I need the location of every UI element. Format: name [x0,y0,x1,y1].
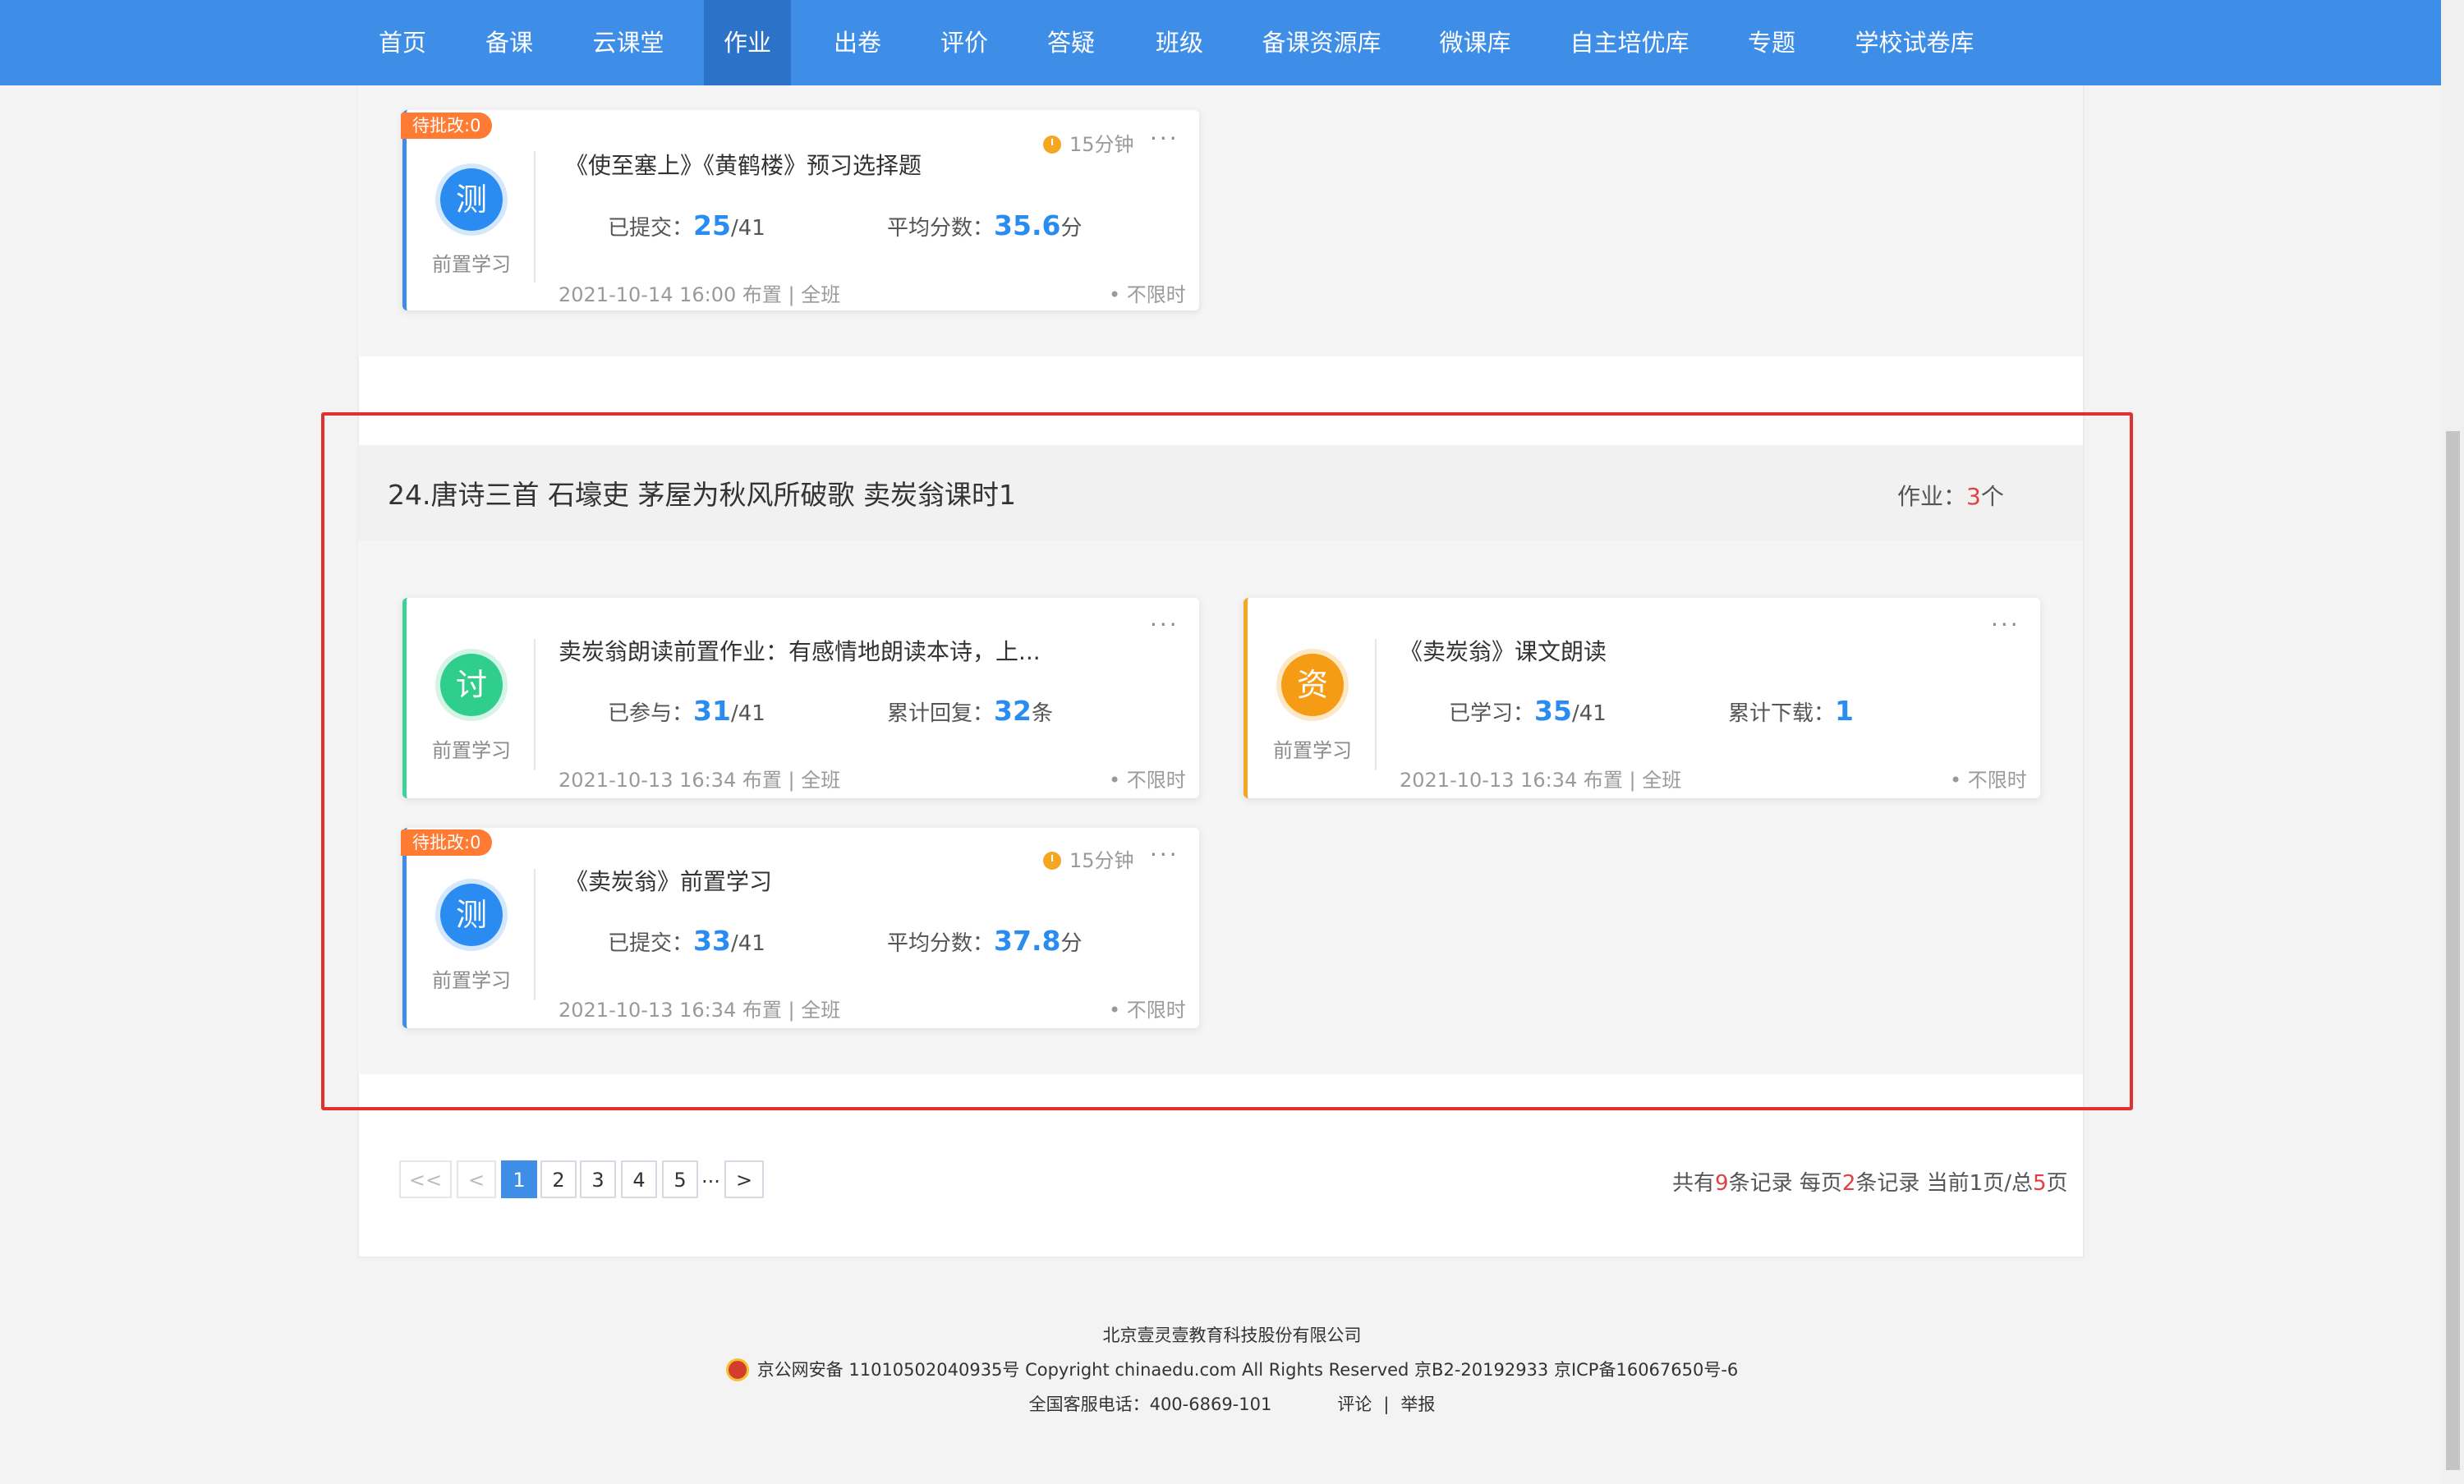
card-divider [534,151,536,283]
top-nav-bar: 首页 备课 云课堂 作业 出卷 评价 答疑 班级 备课资源库 微课库 自主培优库… [0,0,2441,85]
nav-item-prep-resources[interactable]: 备课资源库 [1252,0,1391,85]
nav-item-self-study[interactable]: 自主培优库 [1557,0,1702,85]
average-score-stat: 平均分数：35.6分 [887,209,1083,241]
nav-item-micro-lessons[interactable]: 微课库 [1426,0,1524,85]
page-2-button[interactable]: 2 [540,1160,577,1198]
submitted-stat: 已提交：25/41 [608,209,765,241]
page-5-button[interactable]: 5 [662,1160,698,1198]
next-page-button[interactable]: > [724,1160,764,1198]
footer-company: 北京壹灵壹教育科技股份有限公司 [1102,1325,1362,1345]
scrollbar-thumb[interactable] [2446,431,2460,1470]
prev-page-button[interactable]: < [457,1160,496,1198]
clock-icon [1043,136,1061,154]
assigned-meta: 2021-10-14 16:00 布置 | 全班 [559,283,841,306]
duration-label: 15分钟 [1043,128,1134,157]
nav-item-evaluation[interactable]: 评价 [923,0,1005,85]
nav-item-cloud-class[interactable]: 云课堂 [575,0,682,85]
page-ellipsis: ... [701,1165,720,1188]
footer-links: 全国客服电话：400-6869-101 评论 | 举报 [1028,1394,1436,1414]
nav-item-exam[interactable]: 出卷 [816,0,899,85]
nav-item-homework[interactable]: 作业 [704,0,791,85]
footer-comment-link[interactable]: 评论 [1337,1394,1372,1414]
time-limit-label: • 不限时 [1109,283,1186,306]
nav-item-home[interactable]: 首页 [361,0,444,85]
more-options-icon[interactable]: ··· [1150,125,1179,152]
highlight-box [321,412,2133,1110]
pagination-info: 共有9条记录 每页2条记录 当前1页/总5页 [1672,1171,2068,1196]
pending-review-badge: 待批改:0 [401,113,493,139]
nav-item-school-papers[interactable]: 学校试卷库 [1845,0,1984,85]
nav-item-qa[interactable]: 答疑 [1030,0,1112,85]
test-type-icon: 测 [440,168,503,231]
footer-report-link[interactable]: 举报 [1400,1394,1435,1414]
footer-license: 京公网安备 11010502040935号 Copyright chinaedu… [0,1357,2464,1381]
page-3-button[interactable]: 3 [580,1160,616,1198]
police-badge-icon [725,1358,749,1381]
page-4-button[interactable]: 4 [621,1160,657,1198]
nav-item-class[interactable]: 班级 [1138,0,1221,85]
study-stage-label: 前置学习 [432,253,511,276]
assignment-title[interactable]: 《使至塞上》《黄鹤楼》预习选择题 [565,148,922,181]
first-page-button[interactable]: << [399,1160,452,1198]
nav-item-lesson-prep[interactable]: 备课 [468,0,550,85]
page-1-button[interactable]: 1 [501,1160,537,1198]
footer-phone: 全国客服电话：400-6869-101 [1028,1394,1272,1414]
nav-item-topics[interactable]: 专题 [1733,0,1810,85]
